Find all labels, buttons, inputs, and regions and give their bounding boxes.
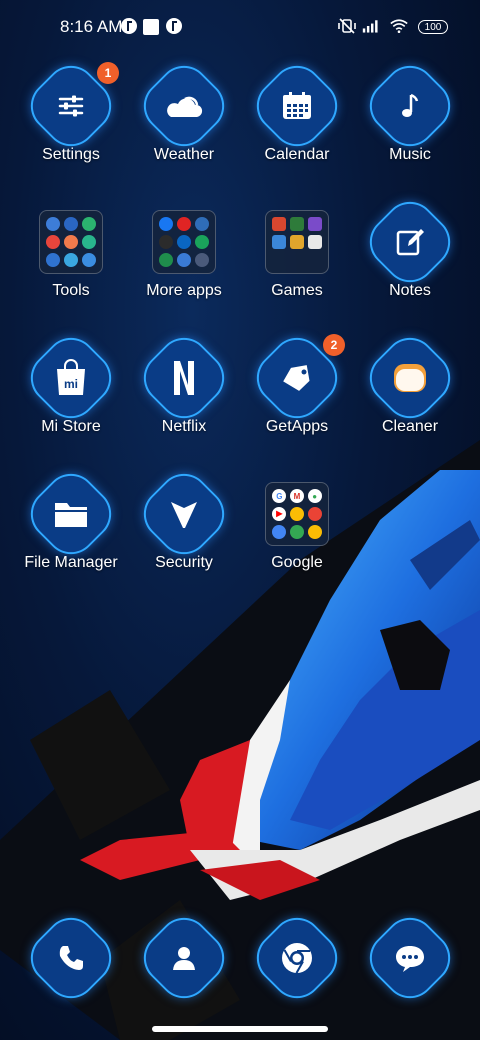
vibrate-off-icon (338, 18, 356, 34)
security-shield-icon (148, 478, 220, 550)
folder-google[interactable]: G M ● ▶ Google (241, 476, 353, 596)
mini-app-icon (63, 252, 78, 267)
dock-phone[interactable] (15, 907, 127, 1040)
app-security[interactable]: Security (128, 463, 240, 596)
mini-app-icon (272, 234, 287, 249)
folder-icon (152, 210, 216, 274)
netflix-n-icon (148, 342, 220, 414)
contact-person-icon (148, 922, 220, 994)
mini-app-icon (81, 234, 96, 249)
app-netflix[interactable]: Netflix (128, 327, 240, 460)
app-file-manager[interactable]: File Manager (15, 463, 127, 596)
app-label: Music (389, 146, 431, 163)
app-weather[interactable]: Weather (128, 55, 240, 188)
app-label: Cleaner (381, 418, 439, 435)
mini-app-icon (63, 217, 78, 232)
sliders-icon (35, 70, 107, 142)
mini-app-icon (176, 217, 191, 232)
mini-app-icon (63, 234, 78, 249)
app-label: Google (271, 554, 323, 571)
tag-icon (261, 342, 333, 414)
app-mi-store[interactable]: mi Mi Store (15, 327, 127, 460)
maps-icon: ● (307, 489, 322, 504)
folder-icon (265, 210, 329, 274)
folder-icon (39, 210, 103, 274)
mini-app-icon (81, 217, 96, 232)
play-icon (307, 524, 322, 539)
notes-pen-icon (374, 206, 446, 278)
app-settings[interactable]: 1 Settings (15, 55, 127, 188)
youtube-icon: ▶ (272, 506, 287, 521)
mini-app-icon (194, 217, 209, 232)
drive-icon (289, 506, 304, 521)
duo-icon (272, 524, 287, 539)
folder-file-icon (35, 478, 107, 550)
svg-text:mi: mi (64, 377, 78, 391)
notification-square-icon (143, 19, 159, 35)
gmail-icon: M (289, 489, 304, 504)
folder-icon: G M ● ▶ (265, 482, 329, 546)
photos-icon (289, 524, 304, 539)
mini-app-icon (46, 217, 61, 232)
app-cleaner[interactable]: Cleaner (354, 327, 466, 460)
google-g-icon: G (272, 489, 287, 504)
dock-messaging[interactable] (354, 907, 466, 1040)
signal-icon (362, 20, 378, 33)
notification-app-icon (121, 18, 137, 34)
chrome-icon (261, 922, 333, 994)
notification-app-icon (166, 18, 182, 34)
mini-app-icon (46, 252, 61, 267)
mini-app-icon (176, 252, 191, 267)
mini-app-icon (46, 234, 61, 249)
mini-app-icon (194, 234, 209, 249)
notification-badge: 1 (97, 62, 119, 84)
mini-app-icon (307, 217, 322, 232)
notification-badge: 2 (323, 334, 345, 356)
mini-app-icon (159, 234, 174, 249)
folder-games[interactable]: Games (241, 204, 353, 324)
chat-bubble-icon (374, 922, 446, 994)
mini-app-icon (307, 234, 322, 249)
shopping-bag-icon: mi (35, 342, 107, 414)
phone-icon (35, 922, 107, 994)
app-notes[interactable]: Notes (354, 191, 466, 324)
status-bar: 8:16 AM 100 (0, 0, 480, 56)
cloud-sun-icon (148, 70, 220, 142)
mini-app-icon (194, 252, 209, 267)
dock-contacts[interactable] (128, 907, 240, 1040)
youtube-music-icon (307, 506, 322, 521)
mini-app-icon (81, 252, 96, 267)
wifi-icon (390, 19, 408, 34)
dock-chrome[interactable] (241, 907, 353, 1040)
mini-app-icon (289, 234, 304, 249)
calendar-icon (261, 70, 333, 142)
mini-app-icon (289, 217, 304, 232)
app-getapps[interactable]: 2 GetApps (241, 327, 353, 460)
folder-tools[interactable]: Tools (15, 204, 127, 324)
home-indicator[interactable] (152, 1026, 328, 1032)
app-music[interactable]: Music (354, 55, 466, 188)
app-calendar[interactable]: Calendar (241, 55, 353, 188)
mini-app-icon (159, 252, 174, 267)
cleaner-icon (374, 342, 446, 414)
battery-indicator: 100 (418, 20, 448, 34)
mini-app-icon (272, 217, 287, 232)
status-time: 8:16 AM (60, 17, 123, 36)
folder-more-apps[interactable]: More apps (128, 204, 240, 324)
mini-app-icon (159, 217, 174, 232)
music-note-icon (374, 70, 446, 142)
mini-app-icon (176, 234, 191, 249)
app-label: Notes (389, 282, 431, 299)
